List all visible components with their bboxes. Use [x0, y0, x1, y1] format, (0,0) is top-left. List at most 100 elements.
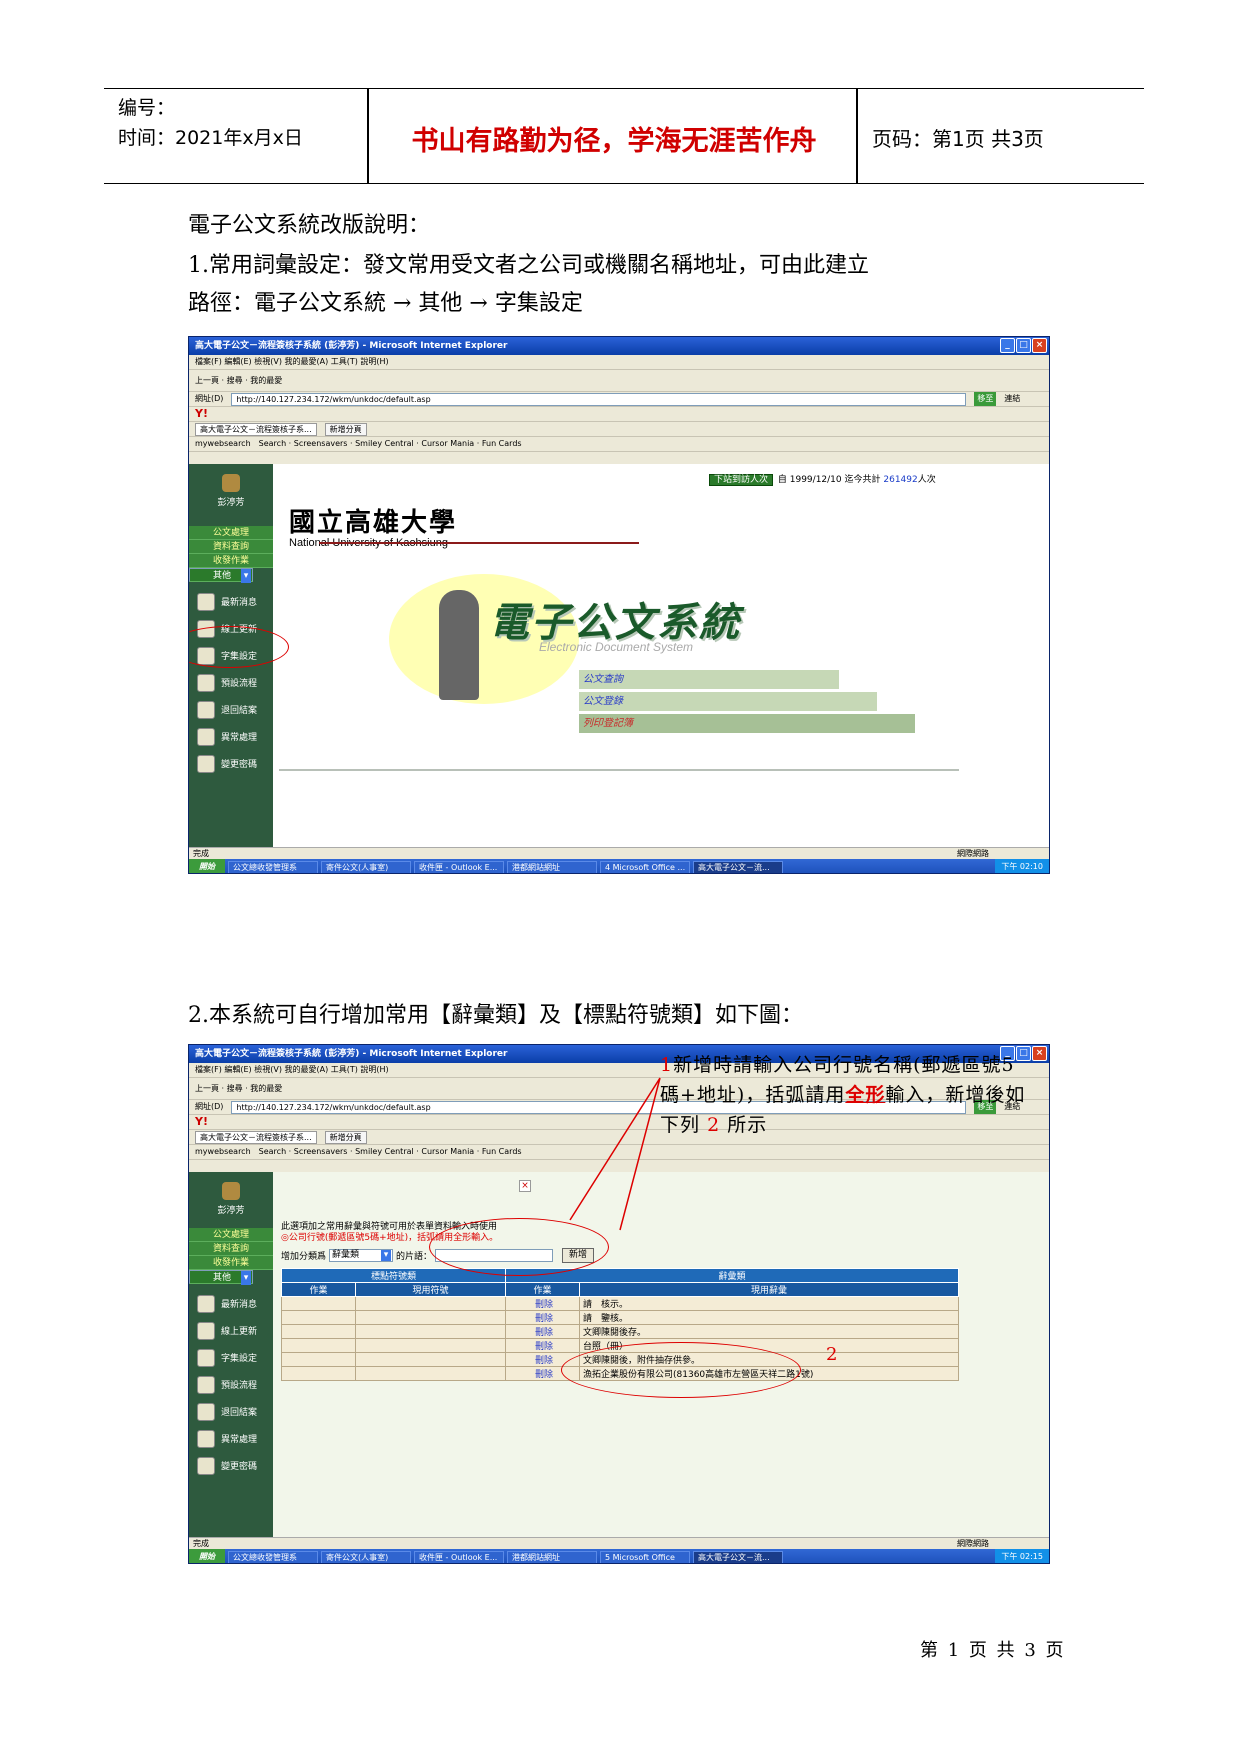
menu-other[interactable]: 其他: [189, 1270, 253, 1285]
time-label: 时间：2021年x月x日: [118, 127, 303, 149]
col-word: 現用辭彙: [579, 1282, 959, 1297]
yahoo-icon[interactable]: Y!: [195, 407, 208, 421]
address-label: 網址(D): [195, 1102, 224, 1111]
visit-badge: 下站到訪人次: [709, 474, 774, 486]
word-cell: 文卿陳閱後存。: [579, 1324, 959, 1339]
word-cell: 請 核示。: [579, 1296, 959, 1311]
task-button[interactable]: 寄件公文(人事室): [321, 860, 411, 873]
news-icon: [197, 592, 215, 611]
return-icon: [197, 1402, 215, 1421]
start-button[interactable]: 開始: [189, 859, 225, 873]
visit-counter: 下站到訪人次 自 1999/12/10 迄今共計 261492人次: [709, 472, 936, 486]
sidebar-item-exception[interactable]: 異常處理: [189, 723, 273, 750]
menu-query[interactable]: 資料查詢: [189, 540, 273, 554]
task-button[interactable]: 港都網站網址: [507, 1550, 597, 1563]
back-button[interactable]: 上一頁 · 搜尋 · 我的最愛: [195, 1082, 282, 1096]
go-button[interactable]: 移至: [974, 392, 997, 406]
sidebar-item-label: 預設流程: [221, 679, 258, 689]
search-tools[interactable]: Search · Screensavers · Smiley Central ·…: [259, 437, 522, 451]
user-name: 彭渟芳: [217, 498, 245, 508]
page-info: 页码：第1页 共3页: [872, 127, 1044, 151]
delete-link[interactable]: 刪除: [505, 1324, 580, 1339]
close-icon[interactable]: ×: [1032, 338, 1047, 353]
table-row: 刪除請 核示。: [281, 1296, 959, 1311]
page-content: 彭渟芳 公文處理 資料查詢 收發作業 其他 最新消息 線上更新 字集設定 預設流…: [189, 464, 1049, 847]
col-action: 作業: [281, 1282, 356, 1297]
task-button[interactable]: 公文總收發管理系: [228, 860, 318, 873]
annotation-line2a: 碼+地址)，括弧請用: [660, 1084, 846, 1106]
browser-window-1: 高大電子公文－流程簽核子系統 (彭渟芳) - Microsoft Interne…: [188, 336, 1050, 874]
address-label: 網址(D): [195, 394, 224, 403]
address-input[interactable]: http://140.127.234.172/wkm/unkdoc/defaul…: [231, 392, 967, 406]
sidebar-item-flow[interactable]: 預設流程: [189, 669, 273, 696]
sidebar-item-label: 異常處理: [221, 1435, 258, 1445]
delete-link[interactable]: 刪除: [505, 1310, 580, 1325]
sidebar-item-label: 變更密碼: [221, 1462, 258, 1472]
task-button[interactable]: 港都網站網址: [507, 860, 597, 873]
sidebar-item-news[interactable]: 最新消息: [189, 1290, 273, 1317]
link-doc-register[interactable]: 公文登錄: [579, 692, 877, 711]
table-row: 刪除請 鑒核。: [281, 1310, 959, 1325]
green-menu: 公文處理 資料查詢 收發作業 其他: [189, 526, 273, 583]
flow-icon: [197, 673, 215, 692]
menu-doc-handling[interactable]: 公文處理: [189, 1228, 273, 1242]
add-label: 增加分類爲: [281, 1252, 327, 1262]
task-button[interactable]: 收件匣 - Outlook E...: [414, 1550, 504, 1563]
annotation-line3a: 下列: [660, 1114, 701, 1136]
nav-toolbar[interactable]: 上一頁 · 搜尋 · 我的最愛: [189, 370, 1049, 392]
new-tab-button[interactable]: 新增分頁: [324, 1130, 367, 1144]
task-button-active[interactable]: 高大電子公文－流...: [693, 1550, 783, 1563]
task-button[interactable]: 寄件公文(人事室): [321, 1550, 411, 1563]
annotation-line2c: 輸入，新增後如: [885, 1084, 1026, 1106]
sidebar-item-update[interactable]: 線上更新: [189, 1317, 273, 1344]
task-button[interactable]: 收件匣 - Outlook E...: [414, 860, 504, 873]
taskbar: 開始 公文總收發管理系 寄件公文(人事室) 收件匣 - Outlook E...…: [189, 859, 1049, 873]
back-button[interactable]: 上一頁 · 搜尋 · 我的最愛: [195, 374, 282, 388]
sidebar-item-news[interactable]: 最新消息: [189, 588, 273, 615]
tab-current[interactable]: 高大電子公文－流程簽核子系...: [195, 422, 317, 436]
user-name: 彭渟芳: [217, 1206, 245, 1216]
menu-send-receive[interactable]: 收發作業: [189, 1256, 273, 1270]
links-label[interactable]: 連結: [1004, 392, 1020, 406]
task-button[interactable]: 4 Microsoft Office ...: [600, 860, 690, 873]
status-bar: 完成 網際網路: [189, 847, 1049, 859]
side-menu: 最新消息 線上更新 字集設定 預設流程 退回結案 異常處理 變更密碼: [189, 1290, 273, 1479]
sidebar-item-return[interactable]: 退回結案: [189, 1398, 273, 1425]
motto: 书山有路勤为径，学海无涯苦作舟: [411, 126, 817, 157]
sidebar-item-label: 線上更新: [221, 1327, 258, 1337]
sidebar-item-exception[interactable]: 異常處理: [189, 1425, 273, 1452]
delete-link[interactable]: 刪除: [505, 1338, 580, 1353]
sidebar-item-password[interactable]: 變更密碼: [189, 1452, 273, 1479]
key-icon: [197, 1456, 215, 1475]
sidebar-item-flow[interactable]: 預設流程: [189, 1371, 273, 1398]
category-select[interactable]: 辭彙類: [329, 1249, 394, 1262]
visit-count: 261492: [883, 475, 918, 485]
menu-query[interactable]: 資料查詢: [189, 1242, 273, 1256]
task-button[interactable]: 5 Microsoft Office: [600, 1550, 690, 1563]
maximize-icon[interactable]: □: [1016, 338, 1031, 353]
tab-current[interactable]: 高大電子公文－流程簽核子系...: [195, 1130, 317, 1144]
highlight-ellipse-2: [561, 1342, 801, 1398]
link-print-register[interactable]: 列印登記簿: [579, 714, 915, 733]
system-clock: 下午 02:10: [995, 859, 1049, 873]
sidebar-item-return[interactable]: 退回結案: [189, 696, 273, 723]
exception-icon: [197, 727, 215, 746]
close-icon[interactable]: ×: [1032, 1046, 1047, 1061]
link-doc-query[interactable]: 公文查詢: [579, 670, 839, 689]
minimize-icon[interactable]: _: [1000, 338, 1015, 353]
task-button-active[interactable]: 高大電子公文－流...: [693, 860, 783, 873]
start-button[interactable]: 開始: [189, 1549, 225, 1563]
system-clock: 下午 02:15: [995, 1549, 1049, 1563]
yahoo-icon[interactable]: Y!: [195, 1115, 208, 1129]
menu-bar[interactable]: 檔案(F) 編輯(E) 檢視(V) 我的最愛(A) 工具(T) 說明(H): [189, 355, 1049, 370]
sidebar-item-charset[interactable]: 字集設定: [189, 1344, 273, 1371]
delete-link[interactable]: 刪除: [505, 1296, 580, 1311]
sidebar-item-password[interactable]: 變更密碼: [189, 750, 273, 777]
new-tab-button[interactable]: 新增分頁: [324, 422, 367, 436]
menu-send-receive[interactable]: 收發作業: [189, 554, 273, 568]
menu-doc-handling[interactable]: 公文處理: [189, 526, 273, 540]
menu-other[interactable]: 其他: [189, 568, 253, 583]
search-tools[interactable]: Search · Screensavers · Smiley Central ·…: [259, 1145, 522, 1159]
task-button[interactable]: 公文總收發管理系: [228, 1550, 318, 1563]
header-left: 编号： 时间：2021年x月x日: [118, 93, 303, 153]
